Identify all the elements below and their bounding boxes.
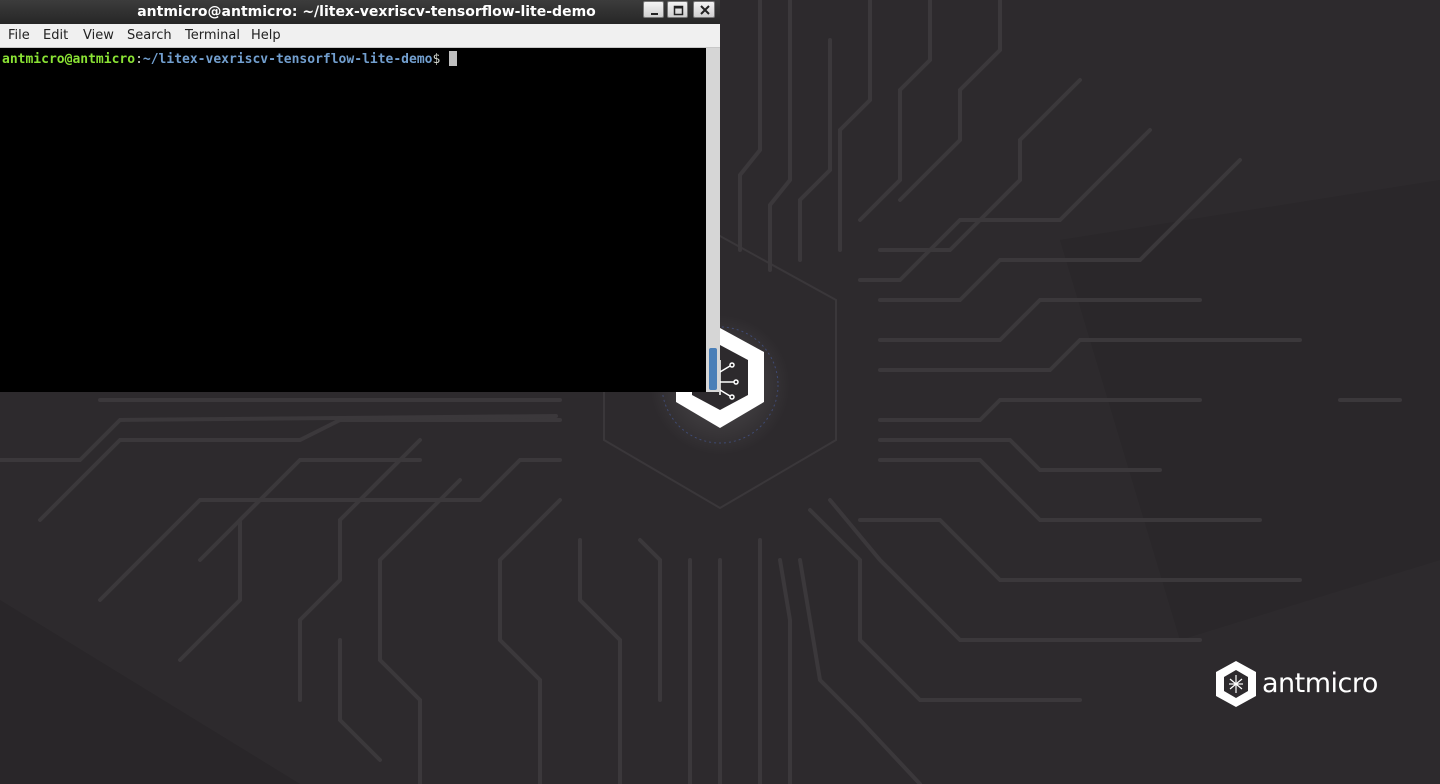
- terminal-output[interactable]: antmicro@antmicro:~/litex-vexriscv-tenso…: [0, 48, 706, 392]
- maximize-icon: [673, 5, 684, 16]
- prompt-line: antmicro@antmicro:~/litex-vexriscv-tenso…: [2, 51, 458, 68]
- menu-terminal[interactable]: Terminal: [185, 24, 240, 48]
- minimize-button[interactable]: [643, 1, 664, 18]
- prompt-path: ~/litex-vexriscv-tensorflow-lite-demo: [142, 52, 433, 67]
- title-bar[interactable]: antmicro@antmicro: ~/litex-vexriscv-tens…: [0, 0, 720, 24]
- desktop: antmicro antmicro@antmicro: ~/litex-vexr…: [0, 0, 1440, 784]
- terminal-scrollbar[interactable]: [706, 48, 720, 392]
- terminal-window[interactable]: antmicro@antmicro: ~/litex-vexriscv-tens…: [0, 0, 720, 392]
- menu-edit[interactable]: Edit: [43, 24, 68, 48]
- menu-help[interactable]: Help: [251, 24, 281, 48]
- menu-file[interactable]: File: [8, 24, 30, 48]
- window-title: antmicro@antmicro: ~/litex-vexriscv-tens…: [137, 4, 596, 20]
- menu-search[interactable]: Search: [127, 24, 172, 48]
- prompt-user: antmicro@antmicro: [2, 52, 136, 67]
- close-button[interactable]: [693, 1, 715, 18]
- menu-view[interactable]: View: [83, 24, 114, 48]
- brand-name: antmicro: [1262, 668, 1378, 699]
- minimize-icon: [651, 13, 658, 15]
- menu-bar: File Edit View Search Terminal Help: [0, 24, 720, 48]
- prompt-separator: :: [135, 52, 143, 67]
- text-cursor: [449, 51, 458, 66]
- maximize-button[interactable]: [667, 1, 688, 18]
- scrollbar-thumb[interactable]: [709, 348, 717, 390]
- close-icon: [700, 5, 710, 15]
- prompt-symbol: $: [432, 52, 441, 67]
